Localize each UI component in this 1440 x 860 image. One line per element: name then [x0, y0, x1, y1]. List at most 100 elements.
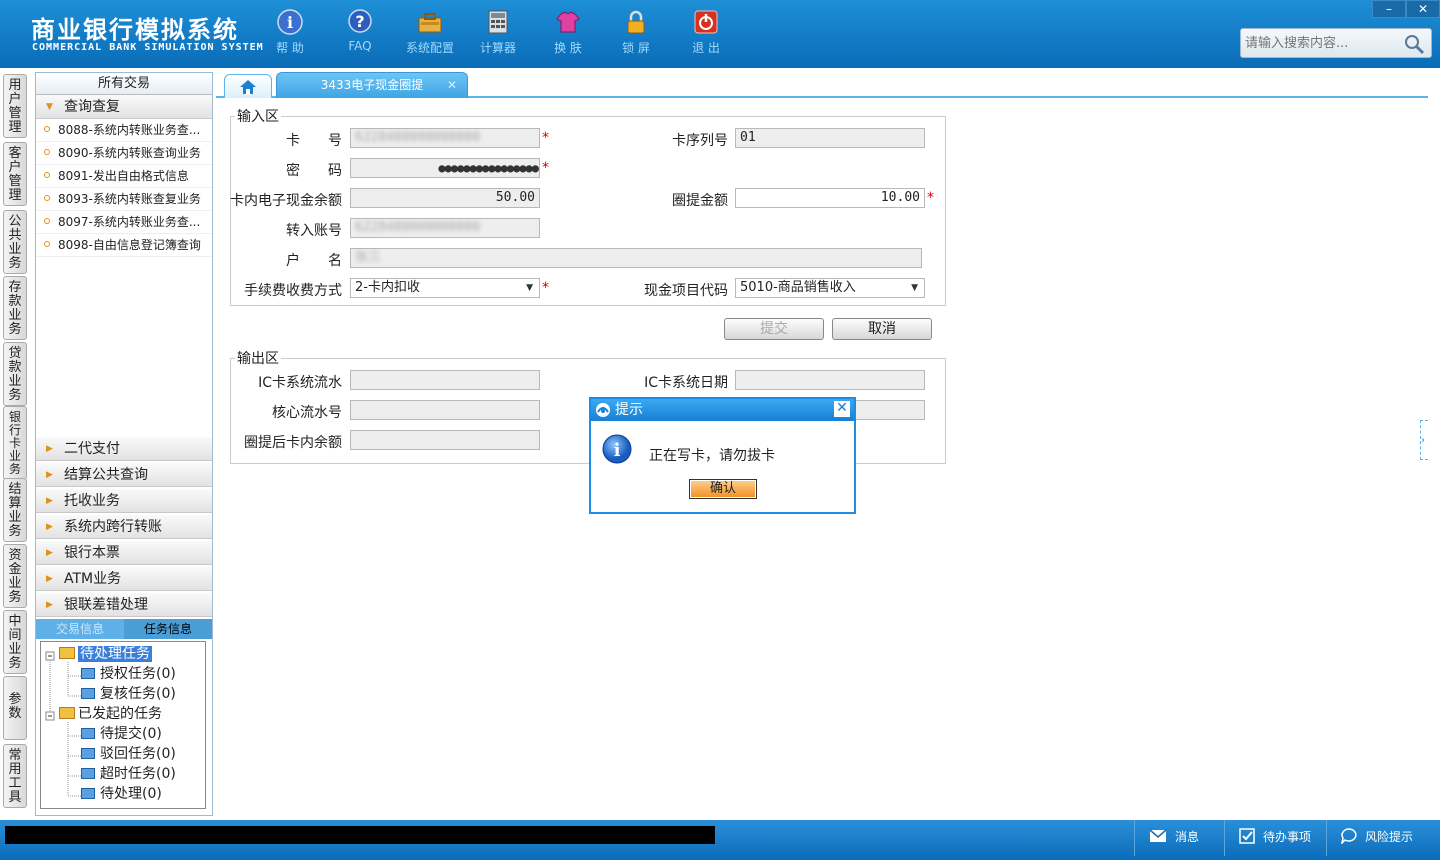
section-label: 结算公共查询 [64, 467, 148, 483]
list-item-label: 8093-系统内转账查复业务 [58, 192, 201, 206]
section-item[interactable]: ▶ ATM业务 [36, 567, 212, 591]
list-item[interactable]: 8097-系统内转账业务查... [36, 211, 212, 234]
tree-node[interactable]: 驳回任务(0) [81, 744, 176, 764]
card-no-label: 卡 号 [286, 133, 342, 149]
module-tab-customer[interactable]: 客户管理 [3, 142, 27, 206]
todo-button[interactable]: 待办事项 [1224, 820, 1324, 856]
tree-node-label: 复核任务(0) [100, 686, 176, 702]
close-window-button[interactable]: ✕ [1406, 0, 1440, 18]
list-item[interactable]: 8098-自由信息登记簿查询 [36, 234, 212, 257]
lock-button[interactable]: 锁 屏 [606, 8, 666, 56]
section-item[interactable]: ▶ 银联差错处理 [36, 593, 212, 617]
list-item[interactable]: 8090-系统内转账查询业务 [36, 142, 212, 165]
skin-button[interactable]: 换 肤 [538, 8, 598, 56]
tree-node[interactable]: 超时任务(0) [81, 764, 176, 784]
messages-button[interactable]: 消息 [1134, 820, 1224, 856]
module-tab-public[interactable]: 公共业务 [3, 210, 27, 274]
module-tab-tools[interactable]: 常用工具 [3, 744, 27, 808]
fee-label: 手续费收费方式 [244, 283, 342, 299]
help-button[interactable]: i 帮 助 [260, 8, 320, 56]
card-seq-field[interactable]: 01 [735, 128, 925, 148]
section-item[interactable]: ▶ 银行本票 [36, 541, 212, 565]
info-tabs: 交易信息 任务信息 [36, 619, 212, 639]
submit-button[interactable]: 提交 [724, 318, 824, 340]
exit-button[interactable]: 退 出 [676, 8, 736, 56]
list-item[interactable]: 8091-发出自由格式信息 [36, 165, 212, 188]
cash-code-select[interactable]: 5010-商品销售收入 ▼ [735, 278, 925, 298]
transaction-panel: 所有交易 ▼ 查询查复 8088-系统内转账业务查... 8090-系统内转账查询… [35, 72, 213, 816]
search-input[interactable] [1241, 29, 1401, 57]
calculator-button[interactable]: 计算器 [468, 8, 528, 56]
module-tab-fund[interactable]: 资金业务 [3, 544, 27, 608]
tree-node[interactable]: 授权任务(0) [81, 664, 176, 684]
cancel-button[interactable]: 取消 [832, 318, 932, 340]
after-balance-field[interactable] [350, 430, 540, 450]
tree-node[interactable]: 待提交(0) [81, 724, 162, 744]
logo-subtitle: COMMERCIAL BANK SIMULATION SYSTEM [32, 42, 264, 53]
section-item[interactable]: ▶ 结算公共查询 [36, 463, 212, 487]
name-field[interactable]: 张三 [350, 248, 922, 268]
risk-button[interactable]: 风险提示 [1326, 820, 1440, 856]
module-tab-deposit[interactable]: 存款业务 [3, 276, 27, 340]
password-field[interactable]: ●●●●●●●●●●●●●●●● [350, 158, 540, 178]
triangle-down-icon: ▼ [46, 102, 53, 112]
amount-field[interactable]: 10.00 [735, 188, 925, 208]
calculator-label: 计算器 [479, 41, 516, 55]
balance-field[interactable]: 50.00 [350, 188, 540, 208]
tab-cash-withdraw[interactable]: 3433电子现金圈提 ✕ [276, 72, 468, 98]
ic-date-field[interactable] [735, 370, 925, 390]
tree-node-pending[interactable]: 待处理任务 [59, 644, 152, 664]
dialog-close-button[interactable]: ✕ [834, 401, 850, 417]
expand-handle[interactable]: › [1420, 420, 1428, 460]
to-account-field[interactable]: 6228480000000000 [350, 218, 540, 238]
tab-transaction-info[interactable]: 交易信息 [36, 619, 124, 639]
tree-node-initiated[interactable]: 已发起的任务 [59, 704, 162, 724]
tree-node[interactable]: 复核任务(0) [81, 684, 176, 704]
dialog-ok-button[interactable]: 确认 [689, 479, 757, 499]
section-item[interactable]: ▶ 二代支付 [36, 437, 212, 461]
power-icon [692, 8, 720, 36]
name-label: 户 名 [286, 253, 342, 269]
to-account-value: 6228480000000000 [355, 220, 481, 235]
tab-task-info[interactable]: 任务信息 [124, 619, 212, 639]
module-tab-card[interactable]: 银行卡业务 [3, 406, 27, 480]
faq-button[interactable]: ? FAQ [330, 8, 390, 53]
dialog-title: 提示 [615, 402, 643, 418]
tree-node-label: 待处理任务 [78, 646, 152, 662]
section-item[interactable]: ▶ 托收业务 [36, 489, 212, 513]
triangle-right-icon: ▶ [46, 496, 53, 506]
module-tab-user[interactable]: 用户管理 [3, 74, 27, 138]
svg-text:i: i [287, 13, 293, 32]
module-tab-params[interactable]: 参数 [3, 676, 27, 740]
faq-icon: ? [346, 8, 374, 36]
section-query[interactable]: ▼ 查询查复 [36, 95, 212, 119]
name-value: 张三 [355, 250, 382, 265]
bullet-icon [44, 218, 50, 224]
section-item[interactable]: ▶ 系统内跨行转账 [36, 515, 212, 539]
config-label: 系统配置 [405, 41, 454, 55]
checkbox-icon [1239, 828, 1255, 844]
bullet-icon [44, 126, 50, 132]
config-button[interactable]: 系统配置 [400, 8, 460, 56]
list-item[interactable]: 8093-系统内转账查复业务 [36, 188, 212, 211]
core-serial-field[interactable] [350, 400, 540, 420]
search-icon[interactable] [1403, 33, 1425, 59]
module-tab-intermediate[interactable]: 中间业务 [3, 610, 27, 674]
module-tab-loan[interactable]: 贷款业务 [3, 342, 27, 406]
close-tab-icon[interactable]: ✕ [447, 73, 457, 97]
input-section-legend: 输入区 [237, 109, 279, 125]
minimize-button[interactable]: – [1372, 0, 1406, 18]
task-icon [81, 748, 95, 759]
fee-select[interactable]: 2-卡内扣收 ▼ [350, 278, 540, 298]
tree-node[interactable]: 待处理(0) [81, 784, 162, 804]
search-box [1240, 28, 1432, 58]
section-label: ATM业务 [64, 571, 122, 587]
card-no-field[interactable]: 6228480000000000 [350, 128, 540, 148]
section-label: 托收业务 [64, 493, 120, 509]
ic-serial-field[interactable] [350, 370, 540, 390]
required-mark: * [927, 190, 934, 206]
tab-home[interactable] [224, 74, 272, 98]
module-tab-settlement[interactable]: 结算业务 [3, 478, 27, 542]
tree-lines [45, 651, 81, 797]
list-item[interactable]: 8088-系统内转账业务查... [36, 119, 212, 142]
